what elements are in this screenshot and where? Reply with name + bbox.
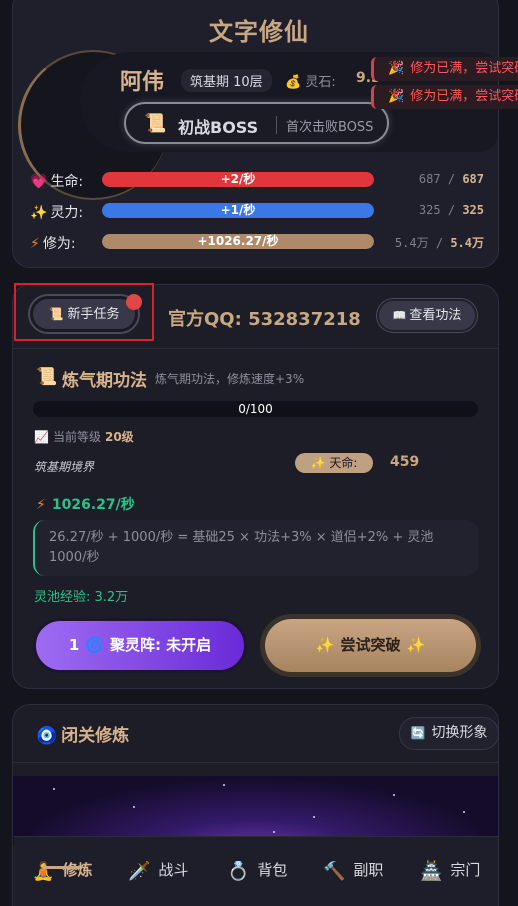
toast-text: 修为已满，尝试突破 <box>410 89 518 104</box>
player-name: 阿伟 <box>120 70 165 95</box>
ring-icon: 💍 <box>227 861 250 882</box>
nav-label: 战斗 <box>158 861 189 879</box>
switch-avatar-label: 切换形象 <box>431 725 488 741</box>
sparkle-icon: ✨ <box>406 636 426 654</box>
toast-notification: 🎉 修为已满，尝试突破 <box>371 85 518 109</box>
toast-text: 修为已满，尝试突破 <box>410 61 518 76</box>
nav-label: 副职 <box>353 861 384 879</box>
sparkle-icon: ✨ <box>30 205 48 221</box>
breakthrough-button[interactable]: ✨ 尝试突破 ✨ <box>260 614 481 677</box>
pagoda-icon: 🏯 <box>420 861 443 882</box>
money-bag-icon: 💰 <box>285 75 302 90</box>
party-popper-icon: 🎉 <box>388 61 405 76</box>
star <box>313 816 315 818</box>
health-bar: +2/秒 <box>102 172 374 187</box>
method-progress-bar: 0/100 <box>33 401 478 417</box>
seclusion-title: 🧿 闭关修炼 <box>36 726 130 746</box>
app-title: 文字修仙 <box>209 18 309 46</box>
star <box>393 794 395 796</box>
refresh-icon: 🔄 <box>410 726 426 740</box>
mana-value: 325 / 325 <box>418 203 484 217</box>
active-tab-indicator <box>42 866 80 869</box>
newbie-task-button[interactable]: 📜 新手任务 <box>30 296 138 332</box>
cultivation-row: ⚡ 修为: +1026.27/秒 5.4万 / 5.4万 <box>30 232 490 252</box>
book-icon: 📖 <box>392 309 407 322</box>
chart-icon: 📈 <box>34 430 49 444</box>
star <box>273 831 275 833</box>
health-label: 💗 生命: <box>30 174 84 190</box>
sparkle-icon: ✨ <box>310 456 326 470</box>
nav-label: 修炼 <box>62 861 93 879</box>
spirit-array-button[interactable]: 1 🌀 聚灵阵: 未开启 <box>33 618 247 673</box>
spirit-stone-label: 灵石: <box>305 75 336 90</box>
orb-icon: 🧿 <box>36 726 58 746</box>
speed-formula: 26.27/秒 + 1000/秒 = 基础25 × 功法+3% × 道侣+2% … <box>33 520 478 576</box>
method-progress-text: 0/100 <box>238 402 273 416</box>
fate-badge: ✨ 天命: <box>295 453 373 473</box>
nav-cultivate[interactable]: 🧘 修炼 <box>32 859 92 882</box>
array-label: 聚灵阵: 未开启 <box>109 636 212 654</box>
spirit-stone: 💰 灵石: <box>285 71 336 90</box>
scroll-icon: 📜 <box>144 113 167 134</box>
vortex-icon: 🌀 <box>85 636 104 654</box>
nav-battle[interactable]: 🗡️ 战斗 <box>128 859 188 882</box>
nav-profession[interactable]: 🔨 副职 <box>323 859 383 882</box>
divider <box>13 762 498 763</box>
scroll-icon: 📜 <box>36 367 58 387</box>
mana-bar: +1/秒 <box>102 203 374 218</box>
current-level: 📈 当前等级 20级 <box>34 430 134 444</box>
bolt-icon: ⚡ <box>30 236 40 252</box>
method-desc: 炼气期功法，修炼速度+3% <box>155 372 305 386</box>
star <box>223 784 225 786</box>
realm-name: 筑基期境界 <box>34 460 95 474</box>
boss-label: 初战BOSS <box>178 118 259 137</box>
game-screen: 文字修仙 阿伟 筑基期 10层 💰 灵石: 9.5 📜 初战BOSS 首次击败B… <box>0 0 518 906</box>
divider <box>276 116 277 134</box>
nav-inventory[interactable]: 💍 背包 <box>227 859 287 882</box>
cultivation-rate: +1026.27/秒 <box>197 234 279 248</box>
breakthrough-label: 尝试突破 <box>340 636 401 654</box>
star <box>463 811 465 813</box>
sword-icon: 🗡️ <box>128 861 151 882</box>
nav-sect[interactable]: 🏯 宗门 <box>420 859 480 882</box>
cultivation-bar: +1026.27/秒 <box>102 234 374 249</box>
star <box>133 806 135 808</box>
mana-row: ✨ 灵力: +1/秒 325 / 325 <box>30 201 490 221</box>
scroll-icon: 📜 <box>48 307 64 321</box>
health-rate: +2/秒 <box>220 172 256 186</box>
first-boss-button[interactable]: 📜 初战BOSS 首次击败BOSS <box>124 102 389 144</box>
bottom-navigation: 🧘 修炼 🗡️ 战斗 💍 背包 🔨 副职 🏯 宗门 <box>14 836 498 906</box>
toast-notification: 🎉 修为已满，尝试突破 <box>371 57 518 81</box>
party-popper-icon: 🎉 <box>388 89 405 104</box>
mana-label: ✨ 灵力: <box>30 205 84 221</box>
official-qq: 官方QQ: 532837218 <box>168 309 361 330</box>
cultivation-label: ⚡ 修为: <box>30 236 76 252</box>
array-count: 1 <box>68 636 80 654</box>
cultivation-value: 5.4万 / 5.4万 <box>394 236 484 250</box>
divider <box>13 348 498 349</box>
view-method-button[interactable]: 📖 查看功法 <box>377 299 477 332</box>
boss-subtitle: 首次击败BOSS <box>286 120 374 135</box>
heart-icon: 💗 <box>30 174 48 190</box>
cultivation-speed: ⚡ 1026.27/秒 <box>36 497 135 513</box>
fate-value: 459 <box>390 454 420 470</box>
newbie-task-label: 新手任务 <box>67 307 120 322</box>
mana-rate: +1/秒 <box>220 203 256 217</box>
meditate-icon: 🧘 <box>32 861 55 882</box>
health-row: 💗 生命: +2/秒 687 / 687 <box>30 170 490 190</box>
nav-label: 背包 <box>257 861 288 879</box>
notification-dot <box>126 294 142 310</box>
breakthrough-inner: ✨ 尝试突破 ✨ <box>265 619 476 672</box>
hammer-icon: 🔨 <box>323 861 346 882</box>
spirit-pool-exp: 灵池经验: 3.2万 <box>34 590 129 605</box>
health-value: 687 / 687 <box>418 172 484 186</box>
bolt-icon: ⚡ <box>36 497 46 513</box>
sparkle-icon: ✨ <box>315 636 335 654</box>
star <box>53 788 55 790</box>
method-title: 炼气期功法 <box>62 371 147 391</box>
nav-label: 宗门 <box>450 861 481 879</box>
realm-badge: 筑基期 10层 <box>181 69 272 92</box>
view-method-label: 查看功法 <box>409 308 462 323</box>
switch-avatar-button[interactable]: 🔄 切换形象 <box>399 717 499 750</box>
